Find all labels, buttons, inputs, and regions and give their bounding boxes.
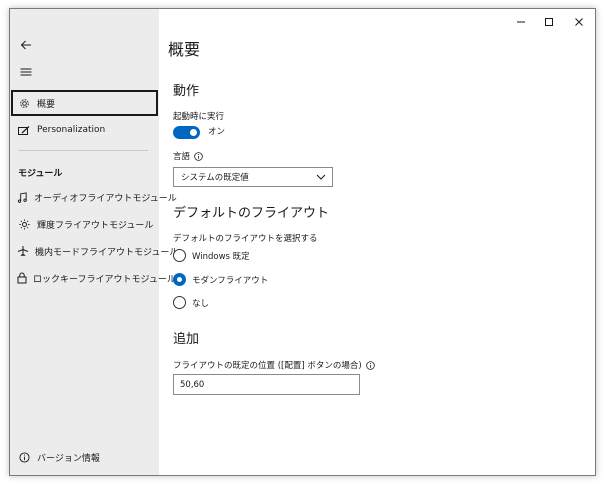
sidebar-item-label: ロックキーフライアウトモジュール <box>33 274 176 285</box>
startup-toggle[interactable] <box>173 126 200 139</box>
toggle-knob <box>190 129 197 136</box>
radio-circle <box>173 249 186 262</box>
radio-label: なし <box>192 298 210 309</box>
radio-windows-default[interactable]: Windows 既定 <box>173 249 250 262</box>
language-select-value: システムの既定値 <box>181 173 249 183</box>
radio-label: モダンフライアウト <box>192 275 269 286</box>
language-label: 言語 <box>173 152 191 162</box>
sidebar-item-brightness-module[interactable]: 輝度フライアウトモジュール <box>11 211 158 237</box>
brightness-icon <box>17 217 31 231</box>
language-label-row: 言語 <box>173 150 203 162</box>
module-section-label: モジュール <box>18 169 63 179</box>
radio-label: Windows 既定 <box>192 251 250 262</box>
sidebar-item-version[interactable]: バージョン情報 <box>11 444 158 470</box>
sidebar-item-label: 機内モードフライアウトモジュール <box>35 247 179 258</box>
additional-heading: 追加 <box>173 332 200 347</box>
behavior-heading: 動作 <box>173 84 200 99</box>
radio-modern-flyout[interactable]: モダンフライアウト <box>173 273 268 286</box>
position-label: フライアウトの既定の位置 ([配置] ボタンの場合) <box>173 361 362 371</box>
app-window: 概要 Personalization モジュール オーディオフライアウトモジュー… <box>9 8 596 476</box>
radio-circle <box>173 273 186 286</box>
lock-icon <box>17 271 27 285</box>
position-label-row: フライアウトの既定の位置 ([配置] ボタンの場合) <box>173 359 375 371</box>
sidebar-item-label: オーディオフライアウトモジュール <box>34 193 177 204</box>
sidebar-item-audio-module[interactable]: オーディオフライアウトモジュール <box>11 184 177 210</box>
sidebar-item-label: 輝度フライアウトモジュール <box>37 220 154 231</box>
sidebar: 概要 Personalization モジュール オーディオフライアウトモジュー… <box>10 9 178 475</box>
page-title: 概要 <box>168 40 201 59</box>
info-icon <box>365 360 375 370</box>
sidebar-item-label: バージョン情報 <box>37 453 100 464</box>
position-input[interactable]: 50,60 <box>173 374 360 395</box>
menu-button[interactable] <box>12 60 40 84</box>
gear-icon <box>17 96 31 110</box>
flyout-heading: デフォルトのフライアウト <box>173 206 330 221</box>
airplane-icon <box>17 244 29 258</box>
position-input-value: 50,60 <box>180 379 205 390</box>
sidebar-item-airplane-module[interactable]: 機内モードフライアウトモジュール <box>11 238 178 264</box>
radio-none[interactable]: なし <box>173 296 209 309</box>
chevron-down-icon <box>316 174 326 180</box>
back-button[interactable] <box>12 33 40 57</box>
info-icon <box>194 151 203 161</box>
info-icon <box>17 450 31 464</box>
language-select[interactable]: システムの既定値 <box>173 167 333 187</box>
personalization-icon <box>17 123 31 137</box>
sidebar-item-label: 概要 <box>37 99 56 110</box>
startup-label: 起動時に実行 <box>173 112 225 122</box>
flyout-select-label: デフォルトのフライアウトを選択する <box>173 234 318 244</box>
main-content: 概要 動作 起動時に実行 オン 言語 システムの既定値 デフォルトのフライアウト <box>159 9 595 475</box>
radio-circle <box>173 296 186 309</box>
back-arrow-icon <box>20 40 31 50</box>
sidebar-item-personalization[interactable]: Personalization <box>11 117 158 143</box>
sidebar-item-overview[interactable]: 概要 <box>11 90 158 116</box>
sidebar-item-lock-key-module[interactable]: ロックキーフライアウトモジュール <box>11 265 176 291</box>
music-icon <box>17 190 28 204</box>
sidebar-item-label: Personalization <box>37 125 106 135</box>
sidebar-divider <box>18 150 148 151</box>
hamburger-icon <box>20 68 32 76</box>
startup-toggle-state: オン <box>208 127 226 137</box>
